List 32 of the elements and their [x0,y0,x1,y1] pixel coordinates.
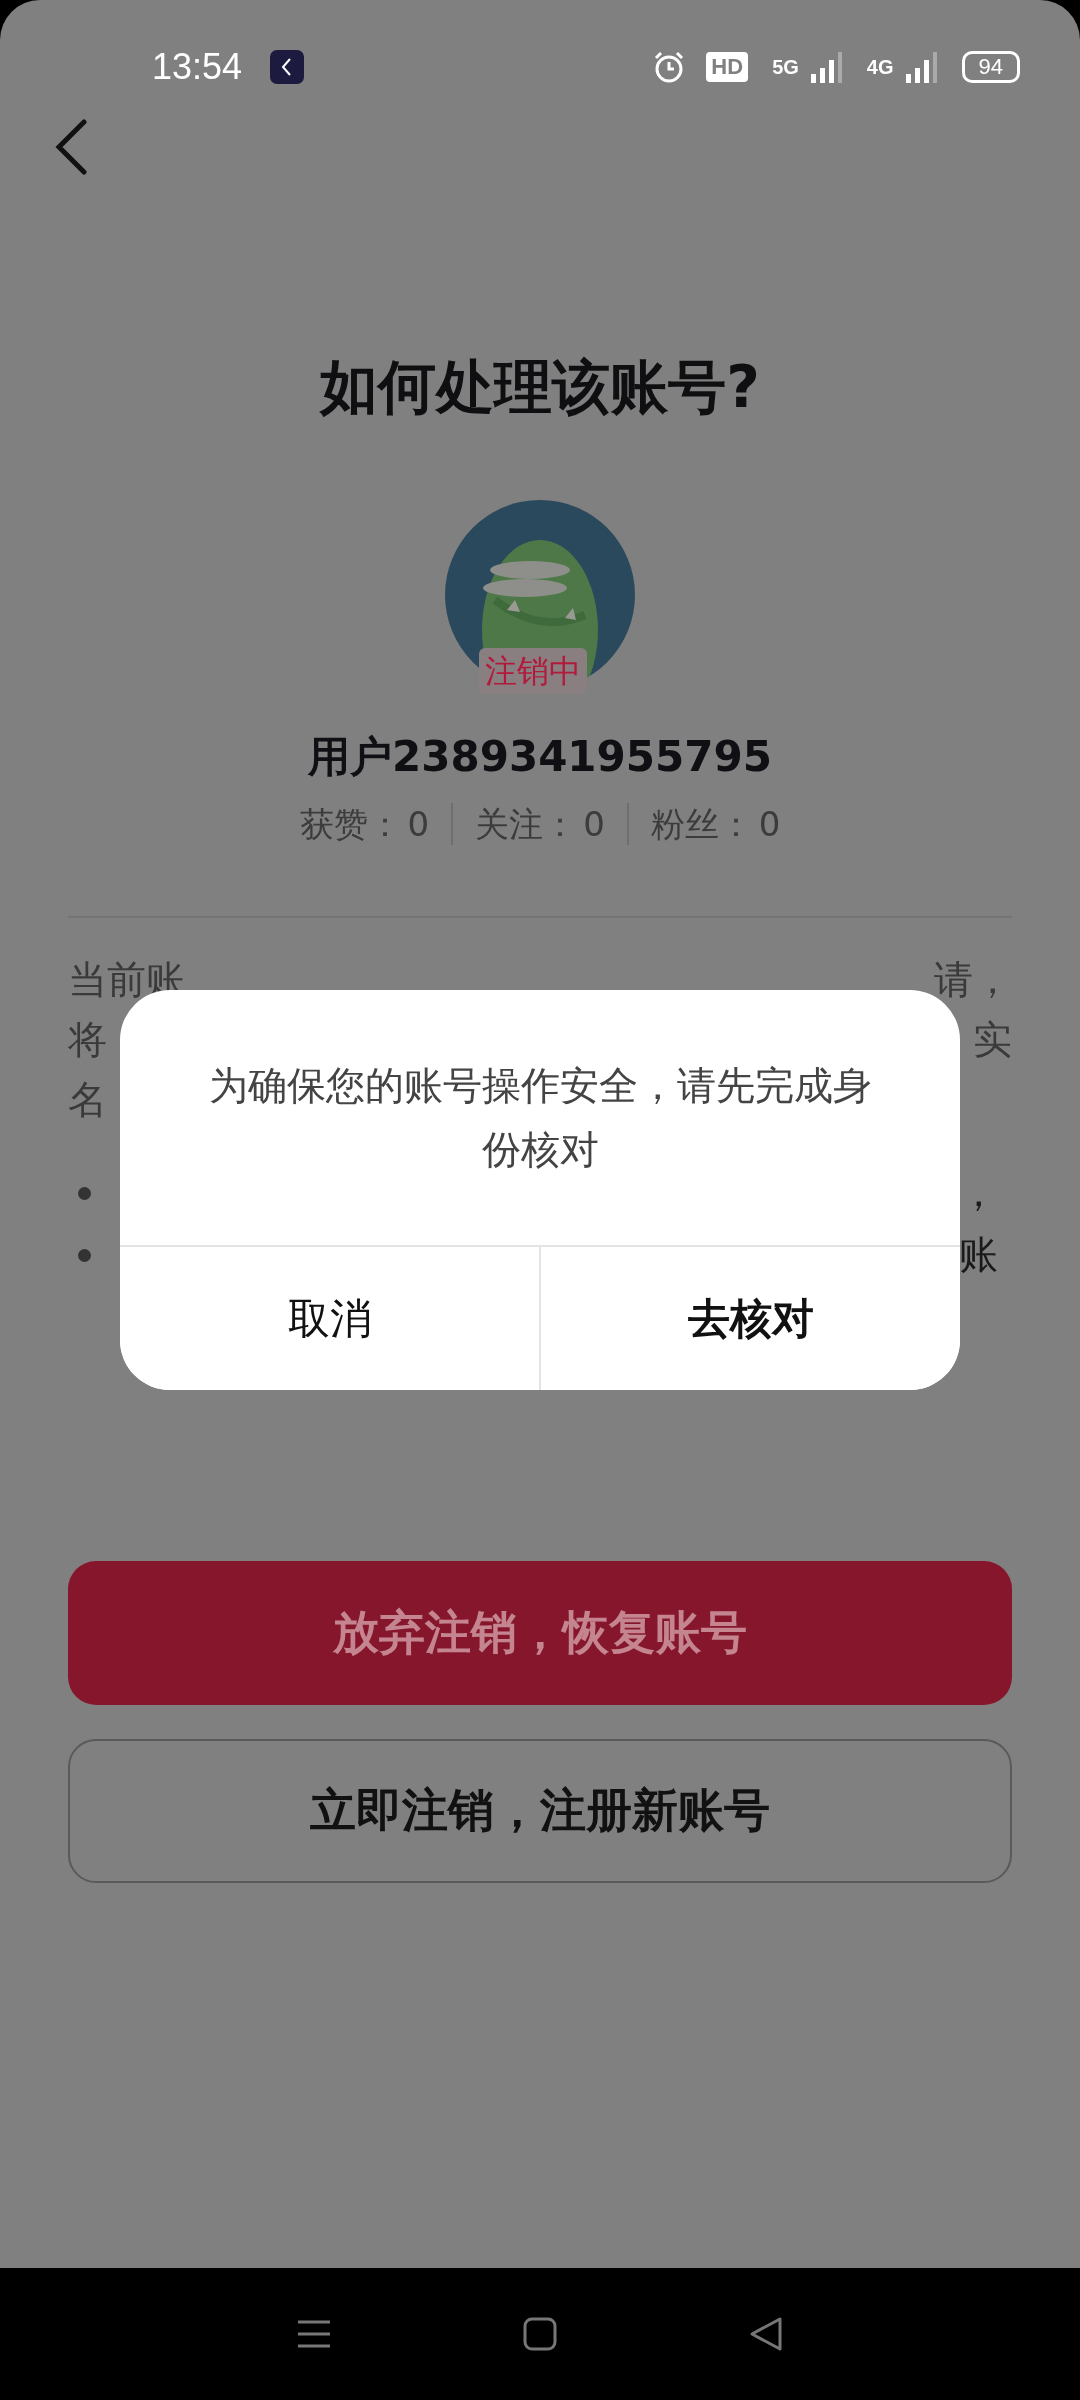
battery-indicator: 94 [961,51,1020,83]
notice-text: 实 [973,1016,1012,1064]
stat-label: 获赞： [299,803,402,846]
network-label: 5G [772,55,799,79]
stat-value: 0 [407,803,430,846]
bullet-icon [78,1248,91,1262]
back-icon[interactable] [54,119,88,175]
app-icon [270,50,305,84]
dialog-message: 为确保您的账号操作安全，请先完成身份核对 [207,1061,873,1174]
notice-text: ， [959,1169,998,1217]
status-badge: 注销中 [479,648,587,694]
signal-icon [808,50,843,84]
home-icon[interactable] [523,2317,557,2351]
stat-label: 粉丝： [650,803,753,846]
menu-icon[interactable] [295,2319,332,2349]
dialog-button[interactable]: 去核对 [539,1247,960,1390]
stat-value: 0 [583,803,605,846]
notice-text: 名 [68,1076,107,1124]
cancel-account-button[interactable]: 立即注销，注册新账号 [68,1739,1012,1883]
notice-text: 将 [68,1016,107,1064]
username: 用户2389341955795 [306,732,773,782]
bullet-icon [78,1186,91,1200]
stat-value: 0 [758,803,781,846]
hd-indicator: HD [706,52,749,82]
page-title: 如何处理该账号? [318,352,761,422]
network-label: 4G [866,55,894,79]
back-icon[interactable] [748,2316,785,2352]
signal-icon [903,50,938,84]
notice-text: 账 [959,1231,998,1279]
status-time: 13:54 [152,46,243,88]
stat-label: 关注： [475,803,578,846]
notice-text: 请， [934,956,1012,1004]
